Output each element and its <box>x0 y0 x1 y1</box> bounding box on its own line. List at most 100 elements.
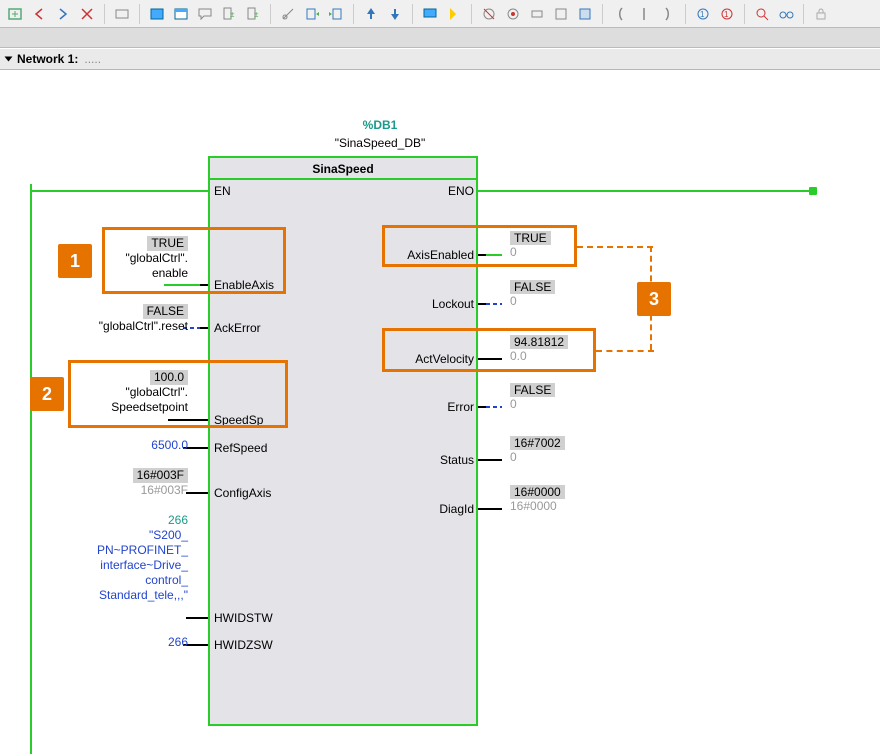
collapse-triangle-icon[interactable] <box>5 57 13 62</box>
pin-speed-sp: SpeedSp <box>214 413 263 427</box>
gray-value: 16#003F <box>141 483 188 497</box>
network-label: Network 1: <box>17 52 78 66</box>
wire-hwidstw <box>186 617 200 619</box>
toolbar-btn-goto[interactable] <box>443 3 465 25</box>
wire-enable-axis <box>164 284 200 286</box>
pin-hwidstw: HWIDSTW <box>214 611 273 625</box>
wire-en-in <box>30 190 208 192</box>
toolbar-btn-redo[interactable] <box>325 3 347 25</box>
svg-text:±: ± <box>254 10 259 19</box>
live-value: 16#003F <box>133 468 188 483</box>
pin-stub <box>478 303 486 305</box>
gray-value: 16#0000 <box>510 499 557 513</box>
val-config-axis[interactable]: 16#003F 16#003F <box>100 468 188 498</box>
pin-stub <box>478 508 486 510</box>
toolbar-btn-find-prev[interactable] <box>360 3 382 25</box>
toolbar-btn-bracket-close[interactable] <box>657 3 679 25</box>
toolbar-btn-tag-set[interactable]: 1 <box>692 3 714 25</box>
wire-error <box>486 406 502 408</box>
gray-value: 0 <box>510 294 517 308</box>
pin-stub <box>200 644 208 646</box>
toolbar-btn-bracket-open[interactable] <box>609 3 631 25</box>
pin-hwidzsw: HWIDZSW <box>214 638 273 652</box>
toolbar-separator <box>270 4 271 24</box>
pin-stub <box>200 327 208 329</box>
toolbar-btn-search[interactable] <box>751 3 773 25</box>
toolbar-btn-monitor[interactable] <box>419 3 441 25</box>
toolbar-btn-find-next[interactable] <box>384 3 406 25</box>
toolbar-btn-reset[interactable] <box>502 3 524 25</box>
editor-toolbar: ± ± 1 1 <box>0 0 880 28</box>
toolbar-btn-bookmark-add[interactable]: ± <box>218 3 240 25</box>
pin-stub <box>200 492 208 494</box>
toolbar-btn-view[interactable] <box>170 3 192 25</box>
pin-diag-id: DiagId <box>432 502 474 516</box>
val-lockout[interactable]: FALSE 0 <box>510 280 555 308</box>
pin-error: Error <box>440 400 474 414</box>
callout-number-2: 2 <box>30 377 64 411</box>
val-hwidstw[interactable]: 266 "S200_ PN~PROFINET_ interface~Drive_… <box>60 513 188 603</box>
tab-strip <box>0 28 880 48</box>
live-value: FALSE <box>510 280 555 294</box>
val-ref-speed[interactable]: 6500.0 <box>110 438 188 453</box>
pin-stub <box>478 406 486 408</box>
val-axis-enabled[interactable]: TRUE 0 <box>510 231 551 259</box>
toolbar-separator <box>104 4 105 24</box>
toolbar-btn-undo[interactable] <box>301 3 323 25</box>
src-line2: Speedsetpoint <box>111 400 188 414</box>
blue-l2: PN~PROFINET_ <box>97 543 188 557</box>
callout-connector-3h1 <box>577 246 653 248</box>
val-diag-id[interactable]: 16#0000 16#0000 <box>510 485 565 513</box>
val-speed-sp[interactable]: 100.0 "globalCtrl". Speedsetpoint <box>60 370 188 415</box>
toolbar-btn-db[interactable] <box>574 3 596 25</box>
toolbar-btn-prev[interactable] <box>28 3 50 25</box>
toolbar-btn-coil[interactable] <box>478 3 500 25</box>
toolbar-btn-delete[interactable] <box>76 3 98 25</box>
db-quoted: "SinaSpeed_DB" <box>280 136 480 150</box>
live-value: TRUE <box>510 231 551 245</box>
val-error[interactable]: FALSE 0 <box>510 383 555 411</box>
pin-ref-speed: RefSpeed <box>214 441 267 455</box>
pin-lockout: Lockout <box>420 297 474 311</box>
toolbar-btn-toggle[interactable] <box>111 3 133 25</box>
blue-l1: "S200_ <box>149 528 188 542</box>
src-line1: "globalCtrl". <box>125 251 188 265</box>
toolbar-btn-bookmark-next[interactable]: ± <box>242 3 264 25</box>
toolbar-btn-comment[interactable] <box>194 3 216 25</box>
toolbar-btn-insert-network[interactable] <box>4 3 26 25</box>
toolbar-btn-bracket-mid[interactable] <box>633 3 655 25</box>
svg-text:1: 1 <box>700 10 705 19</box>
gray-value: 0 <box>510 397 517 411</box>
fb-title: SinaSpeed <box>210 158 476 180</box>
pin-stub <box>478 254 486 256</box>
toolbar-btn-table[interactable] <box>146 3 168 25</box>
wire-act-velocity <box>486 358 502 360</box>
src-line: "globalCtrl".reset <box>99 319 188 333</box>
toolbar-separator <box>412 4 413 24</box>
toolbar-btn-cut[interactable] <box>277 3 299 25</box>
wire-config-axis <box>186 492 200 494</box>
network-rest: ..... <box>84 52 101 66</box>
val-hwidzsw[interactable]: 266 <box>140 635 188 650</box>
toolbar-btn-next[interactable] <box>52 3 74 25</box>
wire-axis-enabled <box>486 254 502 256</box>
svg-text:±: ± <box>230 10 235 19</box>
toolbar-btn-tag-reset[interactable]: 1 <box>716 3 738 25</box>
toolbar-btn-lock[interactable] <box>810 3 832 25</box>
network-header[interactable]: Network 1: ..... <box>0 48 880 70</box>
gray-value: 0 <box>510 450 517 464</box>
pin-status: Status <box>434 453 474 467</box>
live-value: 94.81812 <box>510 335 568 349</box>
val-act-velocity[interactable]: 94.81812 0.0 <box>510 335 568 363</box>
toolbar-btn-glasses[interactable] <box>775 3 797 25</box>
wire-status <box>486 459 502 461</box>
toolbar-btn-compare[interactable] <box>550 3 572 25</box>
toolbar-btn-set[interactable] <box>526 3 548 25</box>
val-status[interactable]: 16#7002 0 <box>510 436 565 464</box>
pin-axis-enabled: AxisEnabled <box>400 248 474 262</box>
val-ack-error[interactable]: FALSE "globalCtrl".reset <box>40 304 188 334</box>
blue-l5: Standard_tele,,," <box>99 588 188 602</box>
pin-stub <box>200 284 208 286</box>
blue-l4: control_ <box>145 573 188 587</box>
toolbar-separator <box>744 4 745 24</box>
